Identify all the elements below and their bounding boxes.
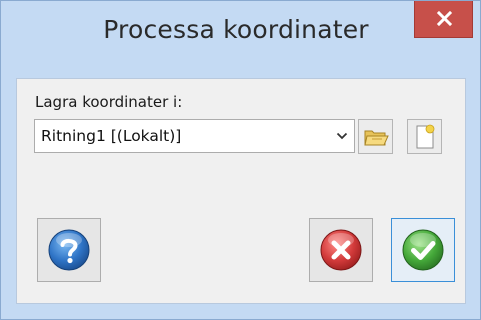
new-file-button[interactable] (407, 119, 442, 154)
new-document-icon (416, 124, 435, 149)
select-value: Ritning1 [(Lokalt)] (41, 127, 182, 145)
close-button[interactable] (414, 1, 473, 38)
checkmark-icon (402, 229, 444, 271)
cancel-button[interactable] (309, 218, 373, 282)
storage-location-label: Lagra koordinater i: (35, 93, 183, 111)
help-button[interactable] (37, 218, 101, 282)
dialog-title: Processa koordinater (103, 15, 369, 44)
open-file-button[interactable] (358, 119, 393, 154)
chevron-down-icon (336, 132, 348, 140)
dialog-window: Processa koordinater Lagra koordinater i… (0, 0, 481, 320)
help-icon (48, 229, 90, 271)
storage-location-select[interactable]: Ritning1 [(Lokalt)] (34, 119, 355, 153)
cancel-icon (320, 229, 362, 271)
dialog-content: Lagra koordinater i: Ritning1 [(Lokalt)] (16, 78, 466, 304)
close-icon (437, 11, 452, 26)
folder-icon (364, 130, 389, 146)
ok-button[interactable] (391, 218, 455, 282)
title-bar[interactable]: Processa koordinater (1, 1, 480, 75)
